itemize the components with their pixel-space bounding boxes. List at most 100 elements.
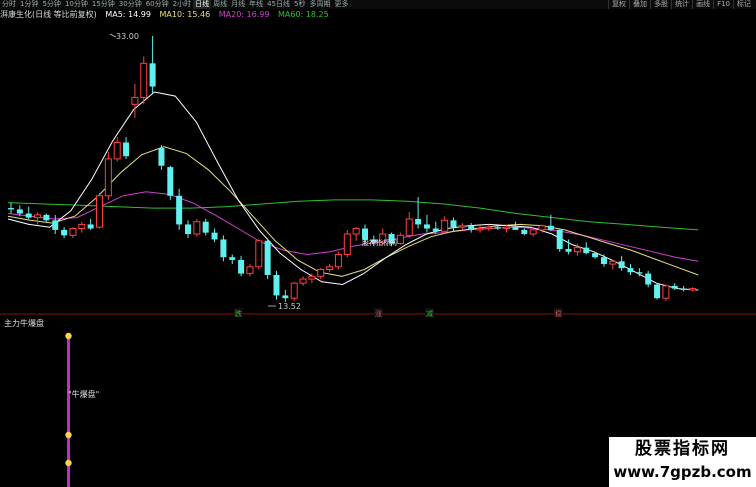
- kline-chart[interactable]: 33.00 13.52 股神指标网 跌 涨 减 稳 "牛爆盘": [0, 0, 756, 487]
- period-tab[interactable]: 30分钟: [117, 0, 144, 9]
- signal-label: 跌: [235, 309, 242, 318]
- signal-label: 涨: [375, 309, 382, 318]
- period-tab[interactable]: 月线: [229, 0, 247, 9]
- candle: [343, 229, 351, 258]
- candle-body: [334, 253, 342, 268]
- ma20-line: [7, 191, 699, 262]
- candle-body: [609, 260, 617, 265]
- period-tab[interactable]: 10分钟: [63, 0, 90, 9]
- site-watermark: 股票指标网 www.7gpzb.com: [609, 437, 756, 487]
- candle: [123, 137, 130, 159]
- candle: [680, 285, 687, 292]
- candle-body: [565, 249, 572, 252]
- period-tab[interactable]: 60分钟: [144, 0, 171, 9]
- candle-body: [96, 195, 103, 228]
- period-tab[interactable]: 分时: [0, 0, 18, 9]
- candle-body: [547, 225, 554, 230]
- candle-body: [229, 257, 236, 260]
- candle-body: [592, 253, 599, 258]
- period-tab[interactable]: 更多: [332, 0, 350, 9]
- signal-label: 稳: [555, 309, 562, 318]
- candle-body: [503, 226, 511, 230]
- candle-body: [308, 275, 316, 280]
- low-price-label: 13.52: [278, 302, 301, 311]
- candle-body: [193, 221, 201, 235]
- candle-body: [396, 234, 404, 245]
- period-tab[interactable]: 2小时: [171, 0, 193, 9]
- candle-body: [415, 218, 422, 225]
- tool-button[interactable]: 多股: [650, 0, 671, 9]
- ma60-line: [7, 199, 699, 231]
- candle-body: [405, 218, 413, 236]
- ma10-value: MA10: 15.46: [159, 10, 211, 19]
- candle-body: [273, 274, 280, 296]
- period-tab[interactable]: 1分钟: [18, 0, 40, 9]
- candle-body: [688, 288, 696, 291]
- candle-body: [432, 228, 439, 232]
- period-tab[interactable]: 45日线: [265, 0, 292, 9]
- candles: [8, 36, 696, 302]
- candle-body: [246, 266, 254, 275]
- period-tab[interactable]: 日线: [193, 0, 212, 9]
- candle-body: [211, 232, 218, 240]
- watermark-line2: www.7gpzb.com: [613, 463, 752, 481]
- candle: [176, 188, 183, 230]
- candle: [609, 259, 617, 270]
- tool-button[interactable]: 统计: [671, 0, 692, 9]
- candle-body: [43, 214, 50, 221]
- candle: [52, 214, 59, 234]
- candle: [131, 83, 139, 118]
- period-tab[interactable]: 多周期: [307, 0, 332, 9]
- period-tab[interactable]: 5秒: [292, 0, 307, 9]
- period-tab[interactable]: 周线: [211, 0, 229, 9]
- candle-body: [202, 221, 209, 233]
- candle-body: [529, 229, 537, 235]
- candle-body: [176, 195, 183, 225]
- candle: [458, 223, 466, 230]
- indicator-panel: "牛爆盘": [65, 332, 99, 487]
- candle: [25, 206, 32, 219]
- indicator-dot: [65, 332, 72, 340]
- candle-body: [671, 285, 678, 289]
- ma5-value: MA5: 14.99: [105, 10, 151, 19]
- candle-body: [185, 224, 191, 234]
- candle-body: [149, 63, 156, 87]
- candle: [450, 217, 457, 232]
- period-tab[interactable]: 15分钟: [90, 0, 117, 9]
- candle-body: [627, 268, 634, 273]
- tool-button[interactable]: 画线: [692, 0, 713, 9]
- candle-body: [485, 226, 493, 230]
- indicator-dot: [65, 459, 72, 467]
- candle: [600, 254, 607, 267]
- candle-body: [255, 240, 263, 268]
- watermark-line1: 股票指标网: [635, 439, 730, 459]
- candle: [352, 227, 360, 241]
- candle: [662, 284, 670, 301]
- stock-name: 湃康生化(日线 等比前复权): [0, 10, 97, 19]
- candle-body: [299, 278, 307, 284]
- candle: [326, 264, 334, 273]
- candle: [468, 223, 475, 233]
- candle: [645, 270, 652, 288]
- candle: [158, 145, 165, 170]
- candle: [34, 212, 42, 225]
- candle-body: [476, 228, 484, 231]
- candle-body: [423, 224, 430, 229]
- candle-body: [104, 158, 112, 197]
- tool-button[interactable]: 复权: [608, 0, 629, 9]
- period-tab[interactable]: 年线: [247, 0, 265, 9]
- candle-body: [220, 239, 227, 258]
- tool-button[interactable]: 叠加: [629, 0, 650, 9]
- candle-body: [290, 282, 298, 299]
- tool-button[interactable]: 标记: [733, 0, 754, 9]
- candle-body: [680, 288, 687, 290]
- candle-body: [264, 240, 271, 275]
- candle: [627, 264, 634, 275]
- candle: [618, 255, 625, 271]
- period-tab[interactable]: 5分钟: [40, 0, 62, 9]
- tool-button[interactable]: F10: [713, 0, 733, 9]
- candle-body: [458, 225, 466, 228]
- candle-body: [113, 142, 121, 160]
- candle: [246, 264, 254, 277]
- candle-body: [131, 96, 139, 105]
